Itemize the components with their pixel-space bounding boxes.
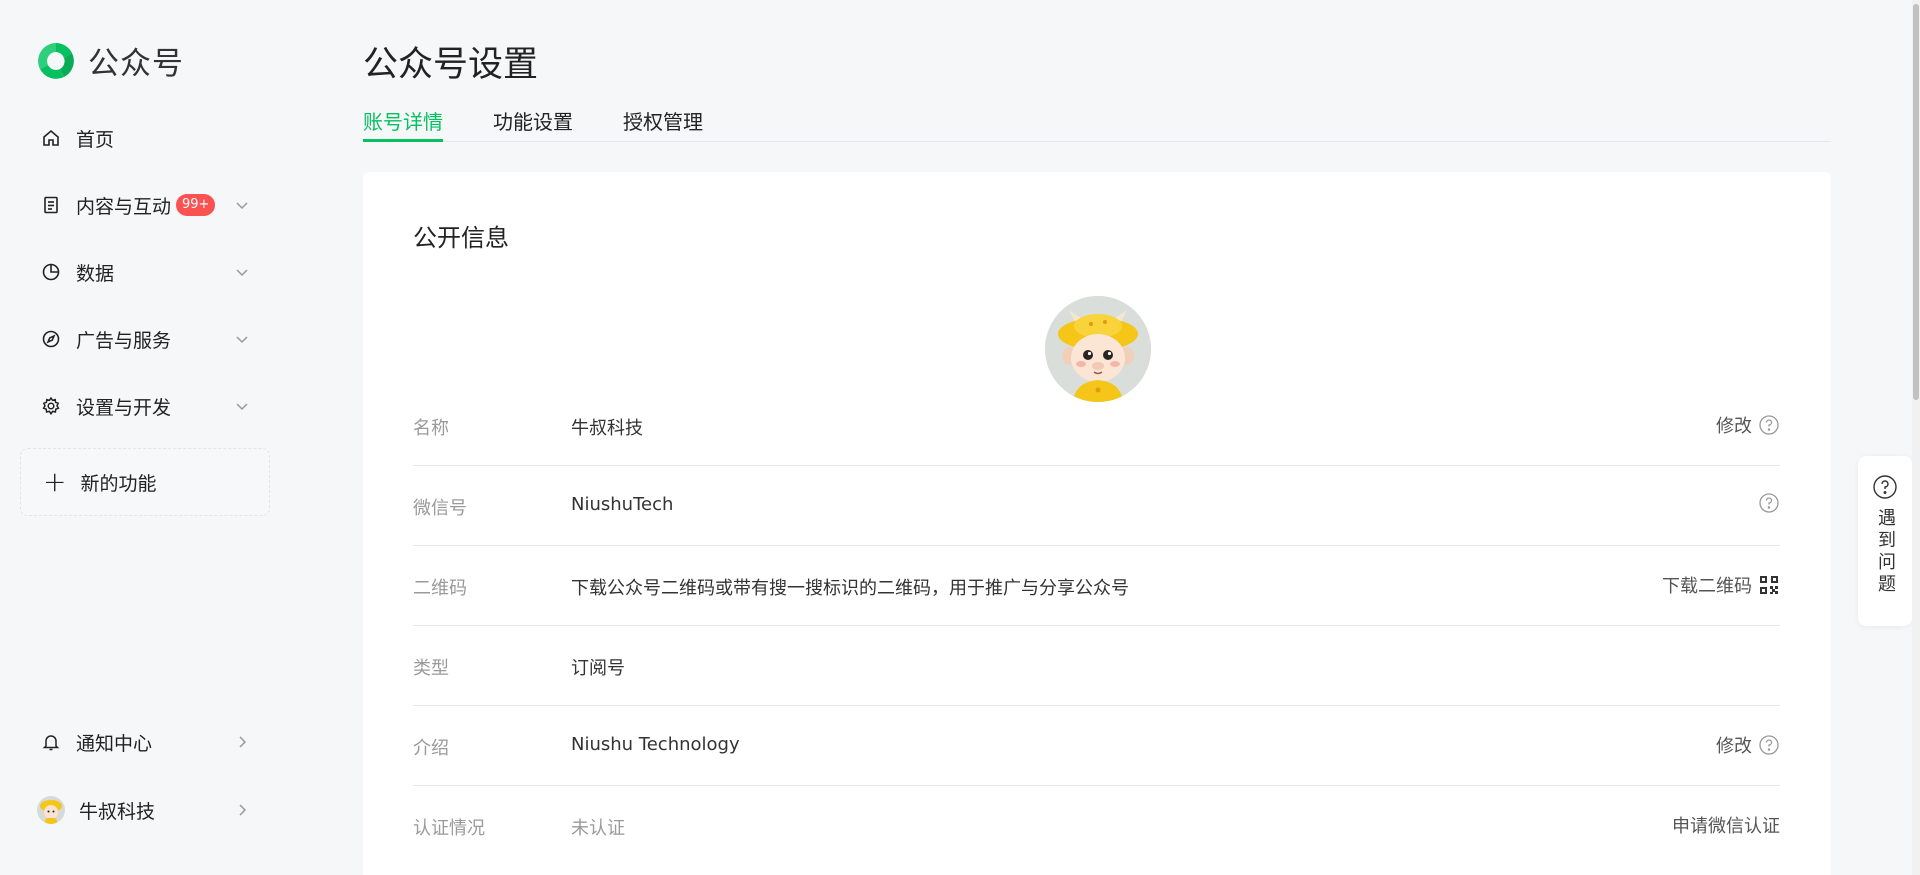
question-icon[interactable] [1758, 414, 1780, 436]
scrollbar-thumb[interactable] [1913, 4, 1919, 400]
tab-feature-settings[interactable]: 功能设置 [493, 106, 573, 142]
home-icon [40, 127, 62, 149]
new-feature-button[interactable]: + 新的功能 [20, 448, 270, 516]
sidebar-item-label: 设置与开发 [76, 396, 172, 419]
download-qrcode-link[interactable]: 下载二维码 [1662, 572, 1752, 598]
sidebar-item-label: 广告与服务 [76, 329, 172, 352]
row-value: 未认证 [571, 818, 625, 839]
row-value: 下载公众号二维码或带有搜一搜标识的二维码，用于推广与分享公众号 [571, 578, 1129, 599]
help-float-button[interactable]: 遇到问题 [1858, 456, 1912, 626]
pie-chart-icon [40, 261, 62, 283]
info-row-qrcode: 二维码 下载公众号二维码或带有搜一搜标识的二维码，用于推广与分享公众号 下载二维… [413, 546, 1780, 626]
info-row-wechat-id: 微信号 NiushuTech [413, 466, 1780, 546]
qrcode-icon[interactable] [1758, 574, 1780, 596]
compass-icon [40, 328, 62, 350]
public-info-card: 公开信息 名称 牛叔科技 修改 微信号 NiushuTech 二维码 下载公众号… [363, 172, 1831, 875]
sidebar: 公众号 首页 内容与互动 99+ 数据 广告与服务 设置与开发 + 新的功能 通… [0, 0, 290, 875]
info-row-intro: 介绍 Niushu Technology 修改 [413, 706, 1780, 786]
row-label: 二维码 [413, 578, 467, 599]
info-row-verification: 认证情况 未认证 申请微信认证 [413, 786, 1780, 866]
document-icon [40, 194, 62, 216]
chevron-right-icon [234, 734, 250, 750]
new-feature-label: 新的功能 [80, 472, 157, 495]
question-icon[interactable] [1758, 734, 1780, 756]
row-label: 类型 [413, 658, 449, 679]
sidebar-item-label: 首页 [76, 128, 115, 151]
edit-name-link[interactable]: 修改 [1716, 412, 1752, 438]
chevron-right-icon [234, 802, 250, 818]
sidebar-item-settings[interactable]: 设置与开发 [20, 380, 270, 432]
sidebar-item-label: 数据 [76, 262, 115, 285]
sidebar-item-label: 牛叔科技 [79, 800, 156, 823]
sidebar-item-data[interactable]: 数据 [20, 246, 270, 298]
apply-verification-link[interactable]: 申请微信认证 [1672, 812, 1780, 838]
row-actions [1752, 492, 1780, 514]
page-scrollbar[interactable] [1912, 0, 1920, 875]
row-actions: 申请微信认证 [1672, 812, 1780, 838]
row-value: NiushuTech [571, 494, 674, 515]
info-row-name: 名称 牛叔科技 修改 [413, 386, 1780, 466]
help-label: 遇到问题 [1875, 508, 1896, 596]
chevron-down-icon [234, 264, 250, 280]
row-actions: 修改 [1716, 732, 1780, 758]
sidebar-item-account[interactable]: 牛叔科技 [20, 784, 270, 836]
question-icon[interactable] [1758, 492, 1780, 514]
gear-icon [40, 395, 62, 417]
chevron-down-icon [234, 398, 250, 414]
app-name: 公众号 [88, 46, 184, 82]
question-circle-icon [1873, 475, 1897, 499]
chevron-down-icon [234, 197, 250, 213]
row-value: 牛叔科技 [571, 418, 643, 439]
row-actions: 修改 [1716, 412, 1780, 438]
wechat-official-logo-icon [38, 42, 74, 79]
row-label: 介绍 [413, 738, 449, 759]
sidebar-item-notifications[interactable]: 通知中心 [20, 716, 270, 768]
chevron-down-icon [234, 331, 250, 347]
tab-authorization[interactable]: 授权管理 [623, 106, 703, 142]
info-row-type: 类型 订阅号 [413, 626, 1780, 706]
section-title: 公开信息 [413, 224, 509, 252]
bell-icon [40, 731, 62, 753]
app-logo[interactable]: 公众号 [34, 38, 184, 83]
sidebar-item-content[interactable]: 内容与互动 99+ [20, 179, 270, 231]
page-title: 公众号设置 [363, 45, 539, 85]
sidebar-item-label: 通知中心 [76, 732, 153, 755]
row-label: 名称 [413, 418, 449, 439]
row-value: 订阅号 [571, 658, 625, 679]
row-actions: 下载二维码 [1662, 572, 1780, 598]
avatar [37, 796, 65, 824]
sidebar-item-ads[interactable]: 广告与服务 [20, 313, 270, 365]
tab-bar: 账号详情 功能设置 授权管理 [363, 100, 1831, 142]
edit-intro-link[interactable]: 修改 [1716, 732, 1752, 758]
plus-icon: + [43, 465, 67, 498]
row-label: 微信号 [413, 498, 467, 519]
sidebar-item-label: 内容与互动 [76, 195, 172, 218]
row-value: Niushu Technology [571, 734, 740, 755]
unread-badge: 99+ [176, 194, 216, 216]
tab-account-details[interactable]: 账号详情 [363, 106, 443, 142]
row-label: 认证情况 [413, 818, 485, 839]
sidebar-item-home[interactable]: 首页 [20, 112, 270, 164]
